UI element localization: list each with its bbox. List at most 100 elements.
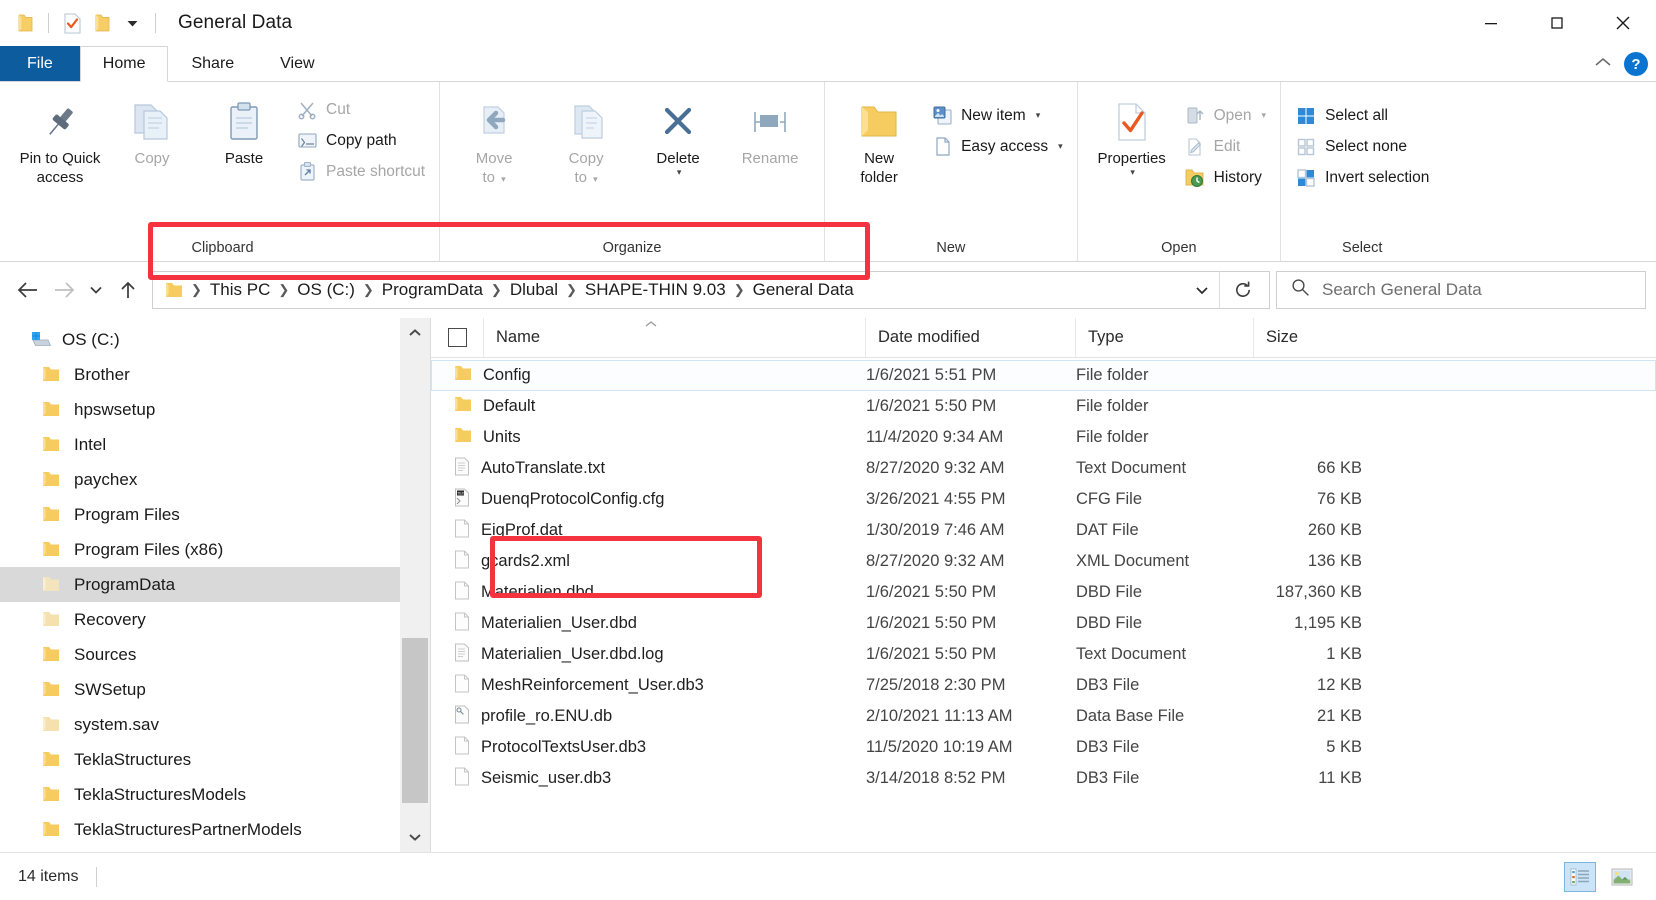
crumb-os-c[interactable]: OS (C:) [291,280,361,300]
recent-locations-button[interactable] [82,272,110,308]
refresh-button[interactable] [1219,271,1265,309]
rename-button[interactable]: Rename [724,90,816,167]
table-row[interactable]: TEXT DuenqProtocolConfig.cfg 3/26/2021 4… [431,484,1656,515]
close-button[interactable] [1590,0,1656,46]
tree-item-teklastructurespartnermodels[interactable]: TeklaStructuresPartnerModels [0,812,430,847]
search-input[interactable]: Search General Data [1322,280,1482,300]
crumb-general-data[interactable]: General Data [747,280,860,300]
delete-caret-icon[interactable]: ▾ [677,167,682,177]
select-all-checkbox[interactable] [447,328,467,347]
file-name-cell[interactable]: ProtocolTextsUser.db3 [454,733,866,762]
back-button[interactable] [10,272,46,308]
navpane-scroll-track[interactable] [400,348,430,822]
collapse-ribbon-chevron-up-icon[interactable] [1592,55,1614,74]
delete-button[interactable]: Delete ▾ [632,90,724,178]
file-name-cell[interactable]: EigProf.dat [454,516,866,545]
file-name-cell[interactable]: MeshReinforcement_User.db3 [454,671,866,700]
forward-button[interactable] [46,272,82,308]
properties-check-icon[interactable] [57,8,87,38]
select-none-button[interactable]: Select none [1289,131,1435,162]
table-row[interactable]: gcards2.xml 8/27/2020 9:32 AM XML Docume… [431,546,1656,577]
column-header-date-modified[interactable]: Date modified [865,318,1075,357]
scroll-down-icon[interactable] [408,822,422,852]
file-name-cell[interactable]: TEXT DuenqProtocolConfig.cfg [454,485,866,514]
column-header-type[interactable]: Type [1075,318,1253,357]
table-row[interactable]: Materialien_User.dbd 1/6/2021 5:50 PM DB… [431,608,1656,639]
crumb-this-pc[interactable]: This PC [204,280,276,300]
tree-item-teklastructuresmodels[interactable]: TeklaStructuresModels [0,777,430,812]
properties-button[interactable]: Properties ▾ [1086,90,1178,178]
new-folder-icon[interactable] [87,8,117,38]
file-name-cell[interactable]: Seismic_user.db3 [454,764,866,793]
table-row[interactable]: Materialien.dbd 1/6/2021 5:50 PM DBD Fil… [431,577,1656,608]
tab-home[interactable]: Home [79,46,169,82]
details-view-button[interactable] [1564,861,1596,892]
easy-access-button[interactable]: Easy access ▾ [925,131,1069,162]
table-row[interactable]: Default 1/6/2021 5:50 PM File folder [431,391,1656,422]
select-all-checkbox-header[interactable] [431,318,483,357]
select-all-button[interactable]: Select all [1289,100,1435,131]
cut-button[interactable]: Cut [290,94,431,125]
crumb-dlubal[interactable]: Dlubal [504,280,564,300]
paste-shortcut-button[interactable]: Paste shortcut [290,156,431,187]
file-name-cell[interactable]: Config [454,361,866,390]
copy-to-button[interactable]: Copy to ▾ [540,90,632,187]
paste-button[interactable]: Paste [198,90,290,167]
tree-item-paychex[interactable]: paychex [0,462,430,497]
navpane-scroll-thumb[interactable] [402,638,428,803]
minimize-button[interactable] [1458,0,1524,46]
tree-item-program-files-x86[interactable]: Program Files (x86) [0,532,430,567]
easy-access-caret-icon[interactable]: ▾ [1058,141,1063,152]
file-name-cell[interactable]: gcards2.xml [454,547,866,576]
pin-to-quick-access-button[interactable]: Pin to Quick access [14,90,106,187]
new-item-caret-icon[interactable]: ▾ [1036,110,1041,121]
qat-chevron-down-icon[interactable] [117,8,147,38]
table-row[interactable]: ProtocolTextsUser.db3 11/5/2020 10:19 AM… [431,732,1656,763]
address-chevron-down-icon[interactable] [1185,273,1219,307]
properties-caret-icon[interactable]: ▾ [1130,167,1135,177]
tree-item-programdata[interactable]: ProgramData [0,567,430,602]
maximize-button[interactable] [1524,0,1590,46]
invert-selection-button[interactable]: Invert selection [1289,162,1435,193]
tab-share[interactable]: Share [168,46,257,81]
table-row[interactable]: MeshReinforcement_User.db3 7/25/2018 2:3… [431,670,1656,701]
search-box[interactable]: Search General Data [1276,271,1646,309]
file-name-cell[interactable]: Materialien_User.dbd [454,609,866,638]
breadcrumb-path[interactable]: ❯ This PC ❯ OS (C:) ❯ ProgramData ❯ Dlub… [152,271,1270,309]
crumb-shape-thin[interactable]: SHAPE-THIN 9.03 [579,280,732,300]
tree-item-os-c[interactable]: OS (C:) [0,322,430,357]
tab-file[interactable]: File [0,46,80,81]
file-name-cell[interactable]: profile_ro.ENU.db [454,702,866,731]
tree-item-recovery[interactable]: Recovery [0,602,430,637]
copy-to-caret-icon[interactable]: ▾ [593,174,598,184]
tree-item-swsetup[interactable]: SWSetup [0,672,430,707]
large-icons-view-button[interactable] [1606,862,1638,892]
tree-item-teklastructures[interactable]: TeklaStructures [0,742,430,777]
scroll-up-icon[interactable] [408,318,422,348]
file-name-cell[interactable]: AutoTranslate.txt [454,454,866,483]
file-name-cell[interactable]: Materialien_User.dbd.log [454,640,866,669]
tree-item-hpswsetup[interactable]: hpswsetup [0,392,430,427]
tab-view[interactable]: View [257,46,337,81]
open-caret-icon[interactable]: ▾ [1262,110,1267,121]
file-name-cell[interactable]: Default [454,392,866,421]
column-header-name[interactable]: Name [483,318,865,357]
edit-button[interactable]: Edit [1178,131,1272,162]
move-to-button[interactable]: Move to ▾ [448,90,540,187]
new-item-button[interactable]: New item ▾ [925,100,1069,131]
column-header-size[interactable]: Size [1253,318,1363,357]
table-row[interactable]: AutoTranslate.txt 8/27/2020 9:32 AM Text… [431,453,1656,484]
table-row[interactable]: Seismic_user.db3 3/14/2018 8:52 PM DB3 F… [431,763,1656,794]
tree-item-program-files[interactable]: Program Files [0,497,430,532]
file-name-cell[interactable]: Materialien.dbd [454,578,866,607]
navpane-scrollbar[interactable] [400,318,430,852]
tree-item-intel[interactable]: Intel [0,427,430,462]
move-to-caret-icon[interactable]: ▾ [501,174,506,184]
file-name-cell[interactable]: Units [454,423,866,452]
table-row[interactable]: Materialien_User.dbd.log 1/6/2021 5:50 P… [431,639,1656,670]
table-row[interactable]: EigProf.dat 1/30/2019 7:46 AM DAT File 2… [431,515,1656,546]
history-button[interactable]: History [1178,162,1272,193]
copy-button[interactable]: Copy [106,90,198,167]
new-folder-button[interactable]: New folder [833,90,925,187]
table-row[interactable]: profile_ro.ENU.db 2/10/2021 11:13 AM Dat… [431,701,1656,732]
